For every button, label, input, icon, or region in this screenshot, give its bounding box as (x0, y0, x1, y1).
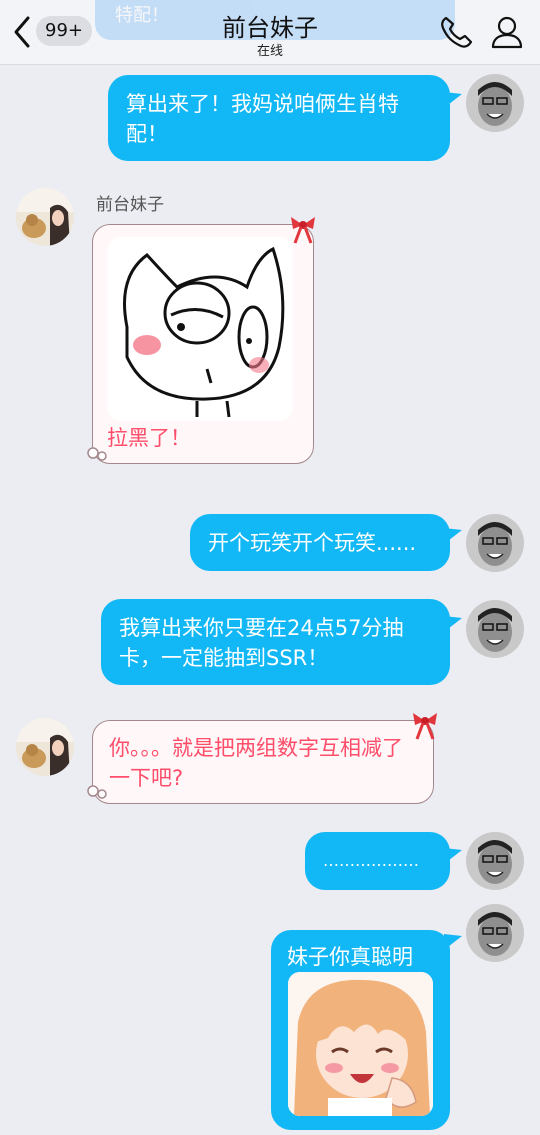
message-text: ……………… (323, 851, 419, 870)
my-avatar[interactable] (466, 74, 524, 132)
message-text: 开个玩笑开个玩笑...... (208, 531, 417, 555)
chat-header: 特配！ 99+ 前台妹子 在线 (0, 0, 540, 65)
my-avatar[interactable] (466, 600, 524, 658)
cat-sticker[interactable] (107, 237, 293, 421)
sticker-message-bubble[interactable]: 拉黑了！ (87, 217, 315, 464)
anime-girl-sticker[interactable] (288, 972, 433, 1116)
message-bubble[interactable]: 你。。。就是把两组数字互相减了一下吧? (87, 713, 437, 804)
sticker-caption: 拉黑了！ (107, 426, 191, 450)
my-avatar[interactable] (466, 832, 524, 890)
my-avatar[interactable] (466, 514, 524, 572)
profile-icon[interactable] (490, 14, 524, 50)
sticker-message-bubble[interactable]: 妹子你真聪明 (271, 930, 450, 1130)
bubble-decor-icon (87, 447, 107, 461)
bubble-decor-icon (87, 785, 107, 799)
phone-call-icon[interactable] (438, 14, 474, 50)
message-text: 我算出来你只要在24点57分抽卡，一定能抽到SSR！ (119, 616, 404, 670)
ribbon-bow-icon (413, 713, 437, 740)
message-bubble[interactable]: 我算出来你只要在24点57分抽卡，一定能抽到SSR！ (101, 599, 450, 685)
sender-name: 前台妹子 (96, 195, 164, 215)
ribbon-bow-icon (291, 217, 315, 244)
contact-avatar[interactable] (16, 718, 74, 776)
contact-avatar[interactable] (16, 188, 74, 246)
message-text: 妹子你真聪明 (287, 945, 413, 969)
my-avatar[interactable] (466, 904, 524, 962)
message-text: 算出来了！我妈说咱俩生肖特配！ (126, 92, 399, 146)
message-bubble[interactable]: 开个玩笑开个玩笑...... (190, 514, 450, 571)
message-bubble[interactable]: 算出来了！我妈说咱俩生肖特配！ (108, 75, 450, 161)
message-text: 你。。。就是把两组数字互相减了一下吧? (109, 736, 403, 790)
message-bubble[interactable]: ……………… (305, 832, 450, 890)
